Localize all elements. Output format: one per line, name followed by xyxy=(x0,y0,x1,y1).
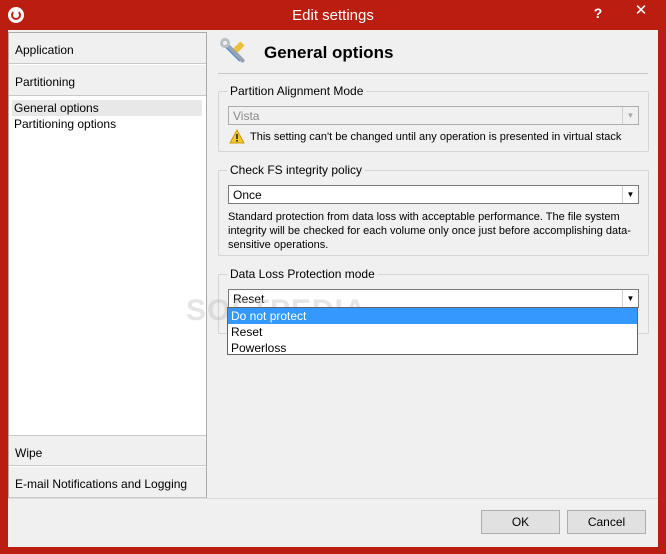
fs-integrity-group: Check FS integrity policy Once ▼ Standar… xyxy=(218,163,649,256)
chevron-down-icon[interactable]: ▼ xyxy=(622,290,638,307)
nav-category-label: E-mail Notifications and Logging xyxy=(15,477,188,491)
button-bar xyxy=(8,498,658,547)
page-title: General options xyxy=(264,43,394,62)
nav-category-partitioning[interactable]: Partitioning xyxy=(9,65,206,96)
nav-category-email-notifications[interactable]: E-mail Notifications and Logging xyxy=(9,467,206,498)
select-value: Once xyxy=(233,188,262,202)
group-title: Data Loss Protection mode xyxy=(227,267,378,281)
select-value: Vista xyxy=(233,109,260,123)
warning-icon xyxy=(229,129,245,144)
nav-item-general-options[interactable]: General options xyxy=(12,100,202,116)
partition-alignment-select: Vista ▼ xyxy=(228,106,639,125)
dropdown-option-reset[interactable]: Reset xyxy=(228,324,637,340)
partition-alignment-group: Partition Alignment Mode Vista ▼ This se… xyxy=(218,84,649,152)
chevron-down-icon: ▼ xyxy=(622,107,638,124)
group-title: Partition Alignment Mode xyxy=(227,84,367,98)
group-title: Check FS integrity policy xyxy=(227,163,366,177)
nav-item-partitioning-options[interactable]: Partitioning options xyxy=(12,116,118,132)
nav-category-label: Partitioning xyxy=(15,75,76,89)
edit-settings-window: Edit settings ? ✕ Application Partitioni… xyxy=(0,0,666,554)
data-loss-protection-dropdown[interactable]: Do not protect Reset Powerloss xyxy=(227,307,638,355)
nav-category-application[interactable]: Application xyxy=(9,33,206,64)
window-title: Edit settings xyxy=(292,7,374,24)
nav-category-label: Application xyxy=(15,43,74,57)
header-divider xyxy=(218,73,648,74)
warning-text: This setting can't be changed until any … xyxy=(250,131,622,143)
dropdown-option-do-not-protect[interactable]: Do not protect xyxy=(228,308,637,324)
nav-category-wipe[interactable]: Wipe xyxy=(9,435,206,466)
close-button[interactable]: ✕ xyxy=(618,0,664,22)
fs-integrity-description: Standard protection from data loss with … xyxy=(228,211,631,251)
cancel-button[interactable]: Cancel xyxy=(567,510,646,534)
wrench-screwdriver-icon xyxy=(220,38,245,63)
ok-button[interactable]: OK xyxy=(481,510,560,534)
settings-navigation: Application Partitioning General options… xyxy=(8,32,207,498)
chevron-down-icon[interactable]: ▼ xyxy=(622,186,638,203)
dropdown-option-powerloss[interactable]: Powerloss xyxy=(228,340,637,356)
nav-category-label: Wipe xyxy=(15,446,43,460)
fs-integrity-select[interactable]: Once ▼ xyxy=(228,185,639,204)
help-button[interactable]: ? xyxy=(586,3,610,23)
dialog-client-area: Application Partitioning General options… xyxy=(8,30,658,547)
title-bar[interactable]: Edit settings ? ✕ xyxy=(0,0,666,30)
